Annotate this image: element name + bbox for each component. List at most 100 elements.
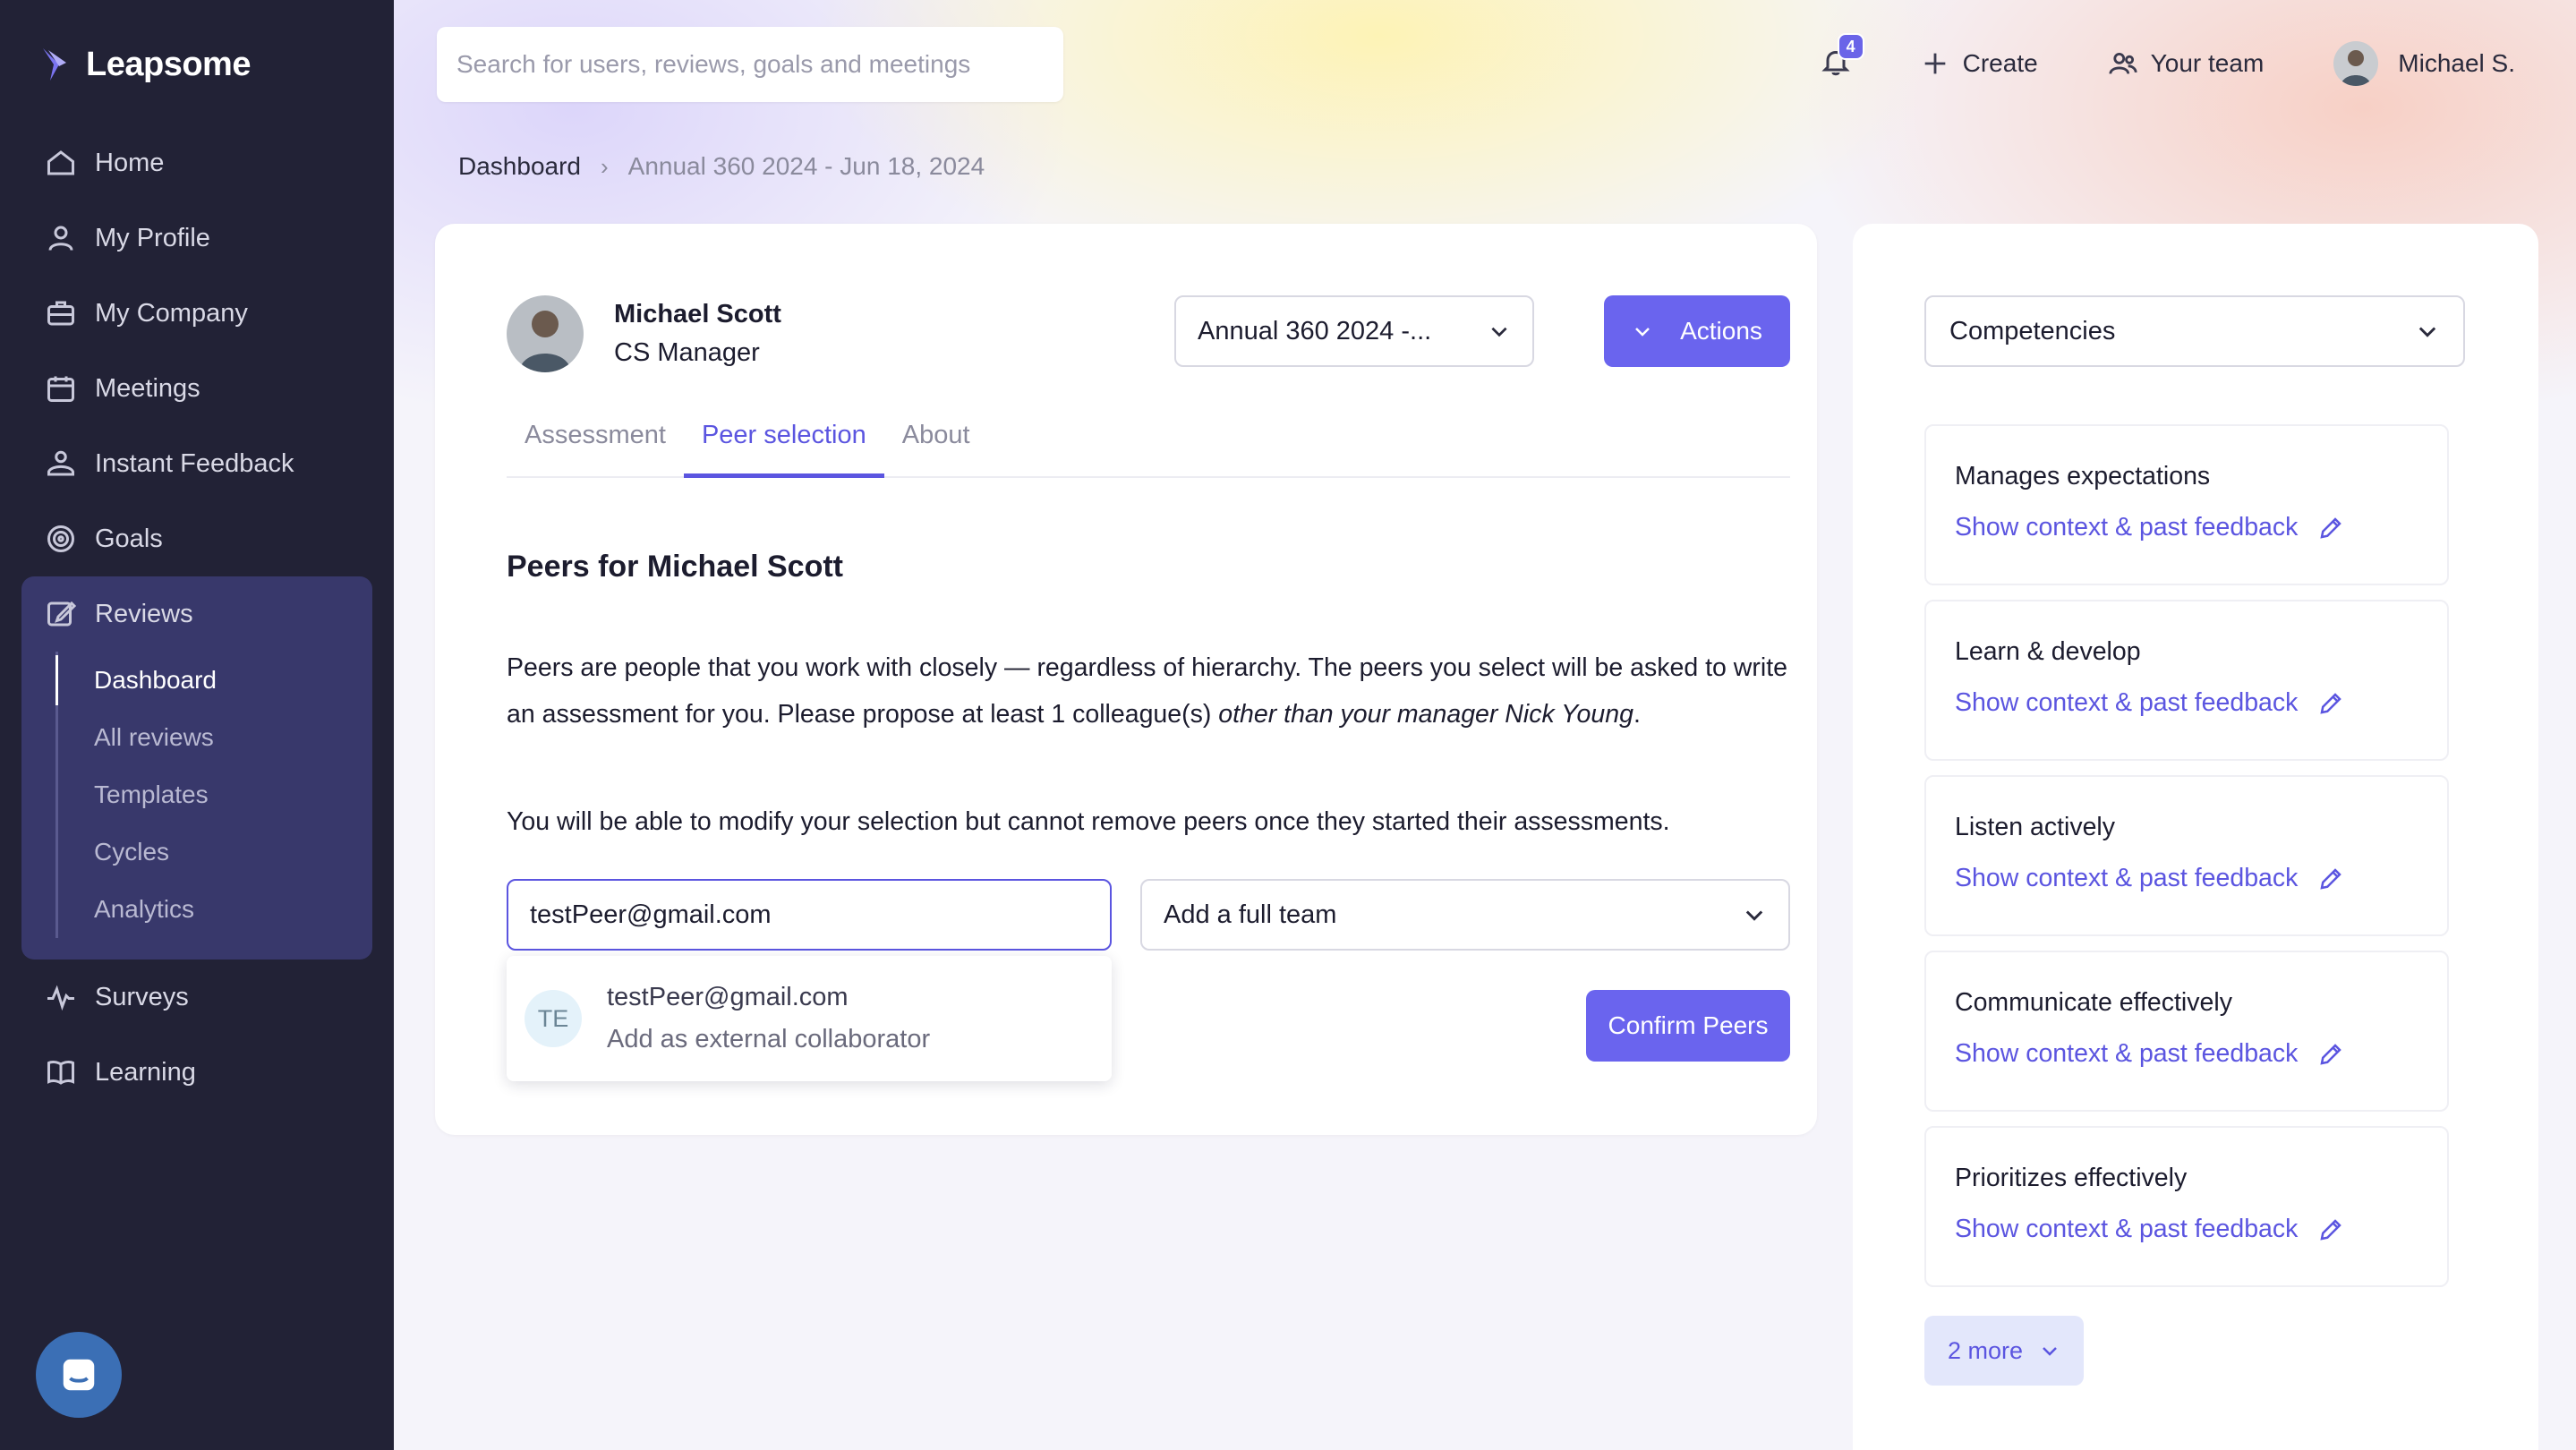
show-context-link[interactable]: Show context & past feedback [1955, 1215, 2447, 1244]
avatar [507, 295, 584, 372]
show-context-label: Show context & past feedback [1955, 688, 2299, 717]
sidebar-subitem-analytics[interactable]: Analytics [58, 881, 372, 938]
notifications-button[interactable]: 4 [1820, 33, 1864, 81]
leapsome-logo-icon [43, 48, 66, 81]
competencies-panel: Competencies Manages expectations Show c… [1853, 224, 2538, 1450]
sidebar-subitem-dashboard[interactable]: Dashboard [55, 652, 372, 709]
sidebar-item-meetings[interactable]: Meetings [21, 351, 372, 426]
competency-item: Learn & develop Show context & past feed… [1924, 600, 2449, 761]
add-team-label: Add a full team [1164, 900, 1337, 929]
suggestion-avatar: TE [525, 990, 582, 1047]
sidebar-item-label: Learning [95, 1057, 196, 1087]
sidebar-group-reviews: Reviews Dashboard All reviews Templates … [21, 576, 372, 960]
cycle-select-value: Annual 360 2024 -... [1198, 316, 1432, 345]
competency-item: Communicate effectively Show context & p… [1924, 951, 2449, 1112]
competency-item: Manages expectations Show context & past… [1924, 424, 2449, 585]
chevron-down-icon [1745, 910, 1763, 921]
edit-icon [47, 601, 77, 627]
main-content: 4 Create Your team Michael S. Dashboard … [394, 0, 2576, 1450]
show-context-label: Show context & past feedback [1955, 513, 2299, 542]
show-context-label: Show context & past feedback [1955, 1215, 2299, 1243]
cycle-select[interactable]: Annual 360 2024 -... [1174, 295, 1534, 367]
brand-name: Leapsome [86, 45, 251, 83]
your-team-button[interactable]: Your team [2108, 48, 2265, 79]
description-end: . [1633, 700, 1641, 729]
competency-list: Manages expectations Show context & past… [1924, 424, 2449, 1301]
sidebar-item-reviews[interactable]: Reviews [21, 576, 372, 652]
user-name: Michael S. [2398, 49, 2515, 77]
user-icon [48, 226, 73, 251]
peer-selection-description: Peers are people that you work with clos… [507, 644, 1796, 738]
show-context-link[interactable]: Show context & past feedback [1955, 1039, 2447, 1069]
support-chat-button[interactable] [36, 1332, 122, 1418]
description-emphasis: other than your manager Nick Young [1218, 700, 1633, 729]
confirm-peers-button[interactable]: Confirm Peers [1586, 990, 1790, 1062]
show-context-label: Show context & past feedback [1955, 864, 2299, 892]
competency-name: Listen actively [1955, 813, 2116, 841]
competencies-select[interactable]: Competencies [1924, 295, 2465, 367]
show-context-link[interactable]: Show context & past feedback [1955, 688, 2447, 718]
calendar-icon [47, 376, 74, 402]
sidebar-item-label: Home [95, 148, 165, 177]
tab-peer-selection[interactable]: Peer selection [683, 415, 884, 478]
sidebar-item-label: Meetings [95, 373, 200, 403]
sidebar-subitem-cycles[interactable]: Cycles [58, 823, 372, 881]
reviewee-name: Michael Scott [614, 300, 781, 328]
brand-logo[interactable]: Leapsome [39, 45, 251, 84]
sidebar-item-label: Goals [95, 524, 163, 553]
review-card: Michael Scott CS Manager Annual 360 2024… [435, 224, 1817, 1135]
topbar-actions: 4 Create Your team Michael S. [1820, 33, 2515, 93]
peer-selection-note: You will be able to modify your selectio… [507, 807, 1670, 836]
sidebar-item-instant-feedback[interactable]: Instant Feedback [21, 426, 372, 501]
actions-button[interactable]: Actions [1604, 295, 1790, 367]
briefcase-icon [47, 301, 74, 326]
sidebar-subitem-templates[interactable]: Templates [58, 766, 372, 823]
show-context-link[interactable]: Show context & past feedback [1955, 513, 2447, 542]
show-context-link[interactable]: Show context & past feedback [1955, 864, 2447, 893]
reviews-submenu: Dashboard All reviews Templates Cycles A… [55, 652, 372, 938]
sidebar-item-my-company[interactable]: My Company [21, 276, 372, 351]
peer-search-input[interactable] [507, 879, 1112, 951]
create-button[interactable]: Create [1920, 48, 2038, 79]
sidebar-item-label: Surveys [95, 982, 189, 1011]
competency-name: Communicate effectively [1955, 988, 2232, 1017]
team-icon [2109, 52, 2137, 74]
sidebar-item-home[interactable]: Home [21, 125, 372, 200]
sidebar-item-label: My Company [95, 298, 248, 328]
sidebar-subitem-all-reviews[interactable]: All reviews [58, 709, 372, 766]
sidebar-item-goals[interactable]: Goals [21, 501, 372, 576]
notification-count-badge: 4 [1837, 33, 1864, 60]
sidebar-item-label: My Profile [95, 223, 210, 252]
chevron-down-icon [2418, 327, 2436, 337]
global-search-input[interactable] [437, 27, 1063, 102]
book-icon [47, 1061, 74, 1085]
your-team-label: Your team [2150, 49, 2265, 77]
target-icon [47, 525, 74, 552]
competency-name: Learn & develop [1955, 637, 2141, 666]
sidebar-item-my-profile[interactable]: My Profile [21, 200, 372, 276]
breadcrumb-current: Annual 360 2024 - Jun 18, 2024 [627, 152, 985, 180]
sidebar-item-label: Instant Feedback [95, 448, 294, 478]
competency-name: Manages expectations [1955, 462, 2211, 490]
chevron-down-icon [1491, 327, 1507, 337]
main-nav: Home My Profile My Company Meetings Inst… [21, 125, 372, 1110]
tab-assessment[interactable]: Assessment [507, 415, 684, 478]
tab-about[interactable]: About [884, 415, 988, 478]
pencil-icon [2320, 1218, 2342, 1241]
show-more-competencies-button[interactable]: 2 more [1924, 1316, 2084, 1386]
pencil-icon [2320, 867, 2342, 890]
competency-item: Listen actively Show context & past feed… [1924, 775, 2449, 936]
sidebar-item-surveys[interactable]: Surveys [21, 960, 372, 1035]
sidebar: Leapsome Home My Profile My Company Meet… [0, 0, 394, 1450]
sidebar-item-label: Reviews [95, 599, 193, 628]
show-context-label: Show context & past feedback [1955, 1039, 2299, 1068]
feedback-icon [47, 450, 74, 476]
add-team-select[interactable]: Add a full team [1140, 879, 1790, 951]
suggestion-email: testPeer@gmail.com [607, 983, 849, 1011]
review-tabs: Assessment Peer selection About [507, 415, 1790, 478]
reviewee-role: CS Manager [614, 338, 760, 367]
sidebar-item-learning[interactable]: Learning [21, 1035, 372, 1110]
breadcrumb-dashboard-link[interactable]: Dashboard [458, 152, 581, 181]
peer-suggestion-option[interactable]: TE testPeer@gmail.com Add as external co… [507, 956, 1112, 1081]
user-menu[interactable]: Michael S. [2333, 41, 2515, 86]
